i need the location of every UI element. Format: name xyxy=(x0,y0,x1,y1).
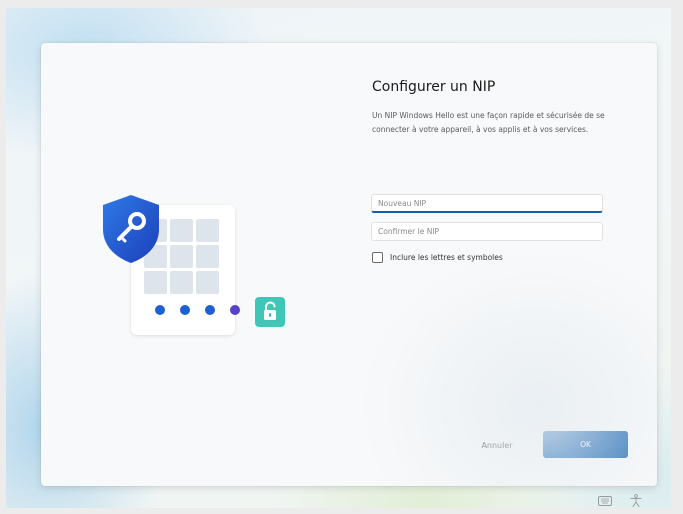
include-letters-checkbox[interactable] xyxy=(372,252,383,263)
keypad-key xyxy=(170,219,193,242)
include-letters-option[interactable]: Inclure les lettres et symboles xyxy=(372,252,503,263)
include-letters-label: Inclure les lettres et symboles xyxy=(390,253,503,262)
pin-dot xyxy=(205,305,215,315)
cancel-button[interactable]: Annuler xyxy=(464,432,530,458)
shield-key-icon xyxy=(103,195,159,263)
confirm-pin-input[interactable] xyxy=(371,222,603,241)
unlock-icon xyxy=(255,297,285,327)
keypad-key xyxy=(196,271,219,294)
oobe-tray xyxy=(598,494,642,507)
keypad-key xyxy=(196,245,219,268)
new-pin-input[interactable] xyxy=(371,194,603,213)
accessibility-icon[interactable] xyxy=(630,494,642,507)
dialog-title: Configurer un NIP xyxy=(372,79,496,95)
keypad-key xyxy=(170,245,193,268)
pin-dot xyxy=(230,305,240,315)
pin-dot xyxy=(155,305,165,315)
keyboard-icon[interactable] xyxy=(598,495,612,506)
setup-pin-dialog: Configurer un NIP Un NIP Windows Hello e… xyxy=(41,43,657,486)
keypad-key xyxy=(144,271,167,294)
pin-dots xyxy=(155,305,240,315)
keypad-key xyxy=(196,219,219,242)
keypad-key xyxy=(170,271,193,294)
pin-dot xyxy=(180,305,190,315)
dialog-description: Un NIP Windows Hello est une façon rapid… xyxy=(372,111,605,134)
pin-illustration xyxy=(99,193,299,353)
ok-button[interactable]: OK xyxy=(543,431,628,458)
